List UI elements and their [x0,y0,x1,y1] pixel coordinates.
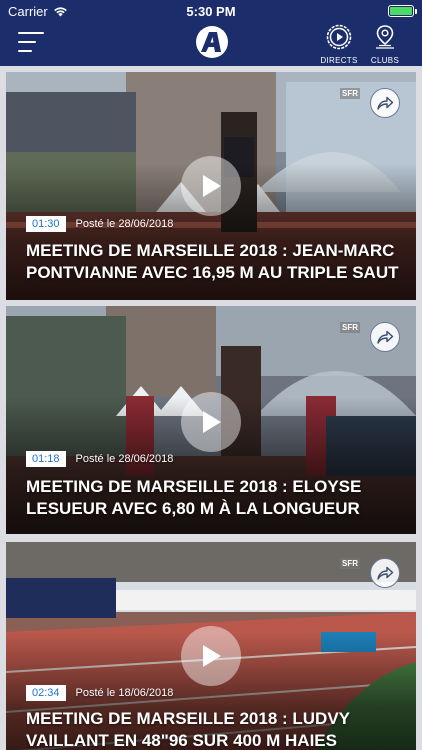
share-arrow-icon [377,96,394,110]
play-icon [203,175,221,197]
play-icon [203,645,221,667]
logo-a-icon [201,32,221,52]
battery-icon [388,5,417,17]
video-title[interactable]: MEETING DE MARSEILLE 2018 : ELOYSE LESUE… [26,476,400,520]
duration-badge: 02:34 [26,685,66,701]
video-title-text: MEETING DE MARSEILLE 2018 : JEAN-MARC PO… [26,241,399,282]
video-title[interactable]: MEETING DE MARSEILLE 2018 : JEAN-MARC PO… [26,240,400,284]
posted-date: Posté le 28/06/2018 [75,218,174,230]
play-button[interactable] [181,626,241,686]
video-card[interactable]: SFR 01:18 Posté le 28/06/2018 MEETING DE… [6,306,416,534]
app-logo [196,26,228,58]
play-button[interactable] [181,392,241,452]
clock: 5:30 PM [186,4,236,19]
play-button[interactable] [181,156,241,216]
video-card[interactable]: SFR 01:30 Posté le 28/06/2018 MEETING DE… [6,72,416,300]
watermark-logo: SFR [340,88,360,99]
play-icon [203,411,221,433]
video-card[interactable]: SFR 02:34 Posté le 18/06/2018 MEETING DE… [6,542,416,750]
watermark-logo: SFR [340,322,360,333]
video-meta: 01:30 Posté le 28/06/2018 [26,216,173,232]
map-pin-icon [376,25,394,49]
share-button[interactable] [370,88,400,118]
status-bar: Carrier 5:30 PM [0,0,422,22]
duration-badge: 01:30 [26,216,66,232]
clubs-button[interactable]: CLUBS [363,24,407,65]
video-title-text: MEETING DE MARSEILLE 2018 : ELOYSE LESUE… [26,477,362,518]
menu-icon[interactable] [18,32,44,54]
share-arrow-icon [377,566,394,580]
play-circle-icon [326,24,352,50]
video-meta: 02:34 Posté le 18/06/2018 [26,685,173,701]
posted-date: Posté le 18/06/2018 [75,687,174,699]
video-meta: 01:18 Posté le 28/06/2018 [26,451,173,467]
duration-badge: 01:18 [26,451,66,467]
share-arrow-icon [377,330,394,344]
directs-button[interactable]: DIRECTS [317,24,361,65]
directs-label: DIRECTS [320,56,358,65]
share-button[interactable] [370,558,400,588]
posted-date: Posté le 28/06/2018 [75,453,174,465]
clubs-label: CLUBS [370,56,400,65]
share-button[interactable] [370,322,400,352]
video-title[interactable]: MEETING DE MARSEILLE 2018 : LUDVY VAILLA… [26,708,400,750]
watermark-logo: SFR [340,558,360,569]
video-title-text: MEETING DE MARSEILLE 2018 : LUDVY VAILLA… [26,709,350,750]
navigation-bar: DIRECTS CLUBS [0,22,422,66]
